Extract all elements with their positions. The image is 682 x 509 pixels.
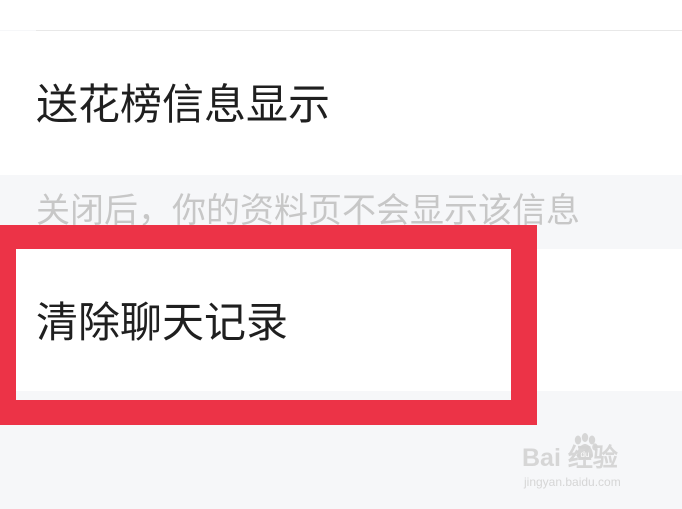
flower-ranking-hint: 关闭后，你的资料页不会显示该信息	[36, 191, 580, 231]
flower-ranking-display-title: 送花榜信息显示	[36, 80, 331, 129]
red-highlight-box	[0, 225, 537, 425]
paw-logo-icon: du	[574, 433, 598, 459]
flower-ranking-display-row[interactable]: 送花榜信息显示	[0, 31, 682, 175]
previous-settings-row	[0, 0, 682, 30]
watermark-url: jingyan.baidu.com	[524, 475, 621, 489]
baidu-jingyan-watermark: Bai 经验 du jingyan.baidu.com	[518, 432, 653, 496]
svg-text:du: du	[581, 450, 590, 459]
